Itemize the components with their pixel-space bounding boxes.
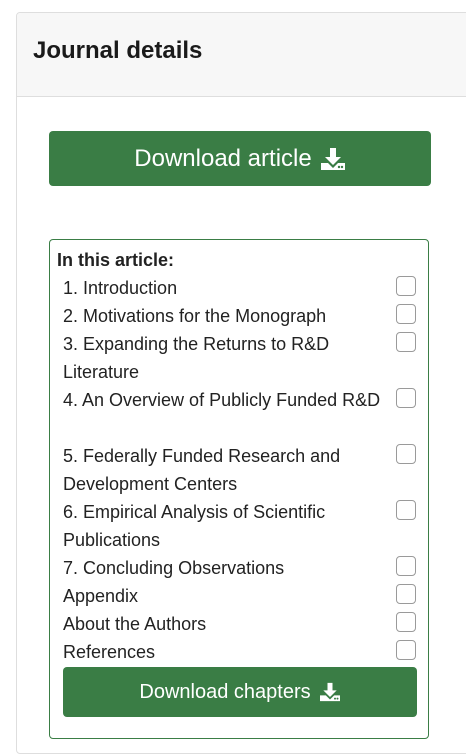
toc-checkbox-ffrdc[interactable] (396, 444, 416, 464)
toc-checkbox-about-the-authors[interactable] (396, 612, 416, 632)
toc-item-references[interactable]: References (63, 638, 383, 666)
toc-checkbox-empirical-analysis[interactable] (396, 500, 416, 520)
toc-item-concluding-observations[interactable]: 7. Concluding Observations (63, 554, 383, 582)
toc-item-appendix[interactable]: Appendix (63, 582, 383, 610)
toc-checkbox-publicly-funded-rd[interactable] (396, 388, 416, 408)
toc-checkbox-introduction[interactable] (396, 276, 416, 296)
toc-item-returns-to-rd[interactable]: 3. Expanding the Returns to R&D Literatu… (63, 330, 383, 386)
download-icon (319, 682, 340, 702)
toc-item-about-the-authors[interactable]: About the Authors (63, 610, 383, 638)
toc-item-ffrdc[interactable]: 5. Federally Funded Research and Develop… (63, 442, 383, 498)
toc-item-publicly-funded-rd[interactable]: 4. An Overview of Publicly Funded R&D (63, 386, 383, 414)
download-article-label: Download article (134, 144, 312, 172)
toc-checkbox-concluding-observations[interactable] (396, 556, 416, 576)
toc-item-introduction[interactable]: 1. Introduction (63, 274, 383, 302)
toc-checkbox-appendix[interactable] (396, 584, 416, 604)
toc-checkbox-returns-to-rd[interactable] (396, 332, 416, 352)
panel-title: Journal details (33, 37, 203, 64)
download-chapters-label: Download chapters (139, 680, 311, 703)
toc-item-empirical-analysis[interactable]: 6. Empirical Analysis of Scientific Publ… (63, 498, 383, 554)
toc-heading: In this article: (57, 250, 175, 270)
download-chapters-button[interactable]: Download chapters (63, 667, 417, 717)
toc-checkbox-references[interactable] (396, 640, 416, 660)
download-article-button[interactable]: Download article (49, 131, 431, 186)
download-icon (320, 147, 345, 170)
toc-checkbox-motivations[interactable] (396, 304, 416, 324)
toc-item-motivations[interactable]: 2. Motivations for the Monograph (63, 302, 383, 330)
